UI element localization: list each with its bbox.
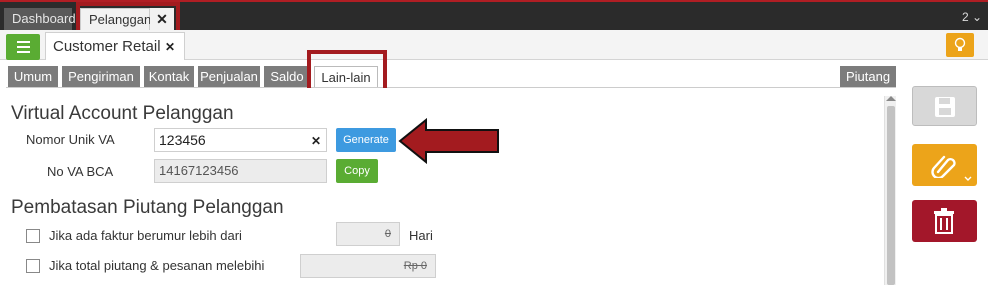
va-bca-input: 14167123456 <box>154 159 327 183</box>
total-limit-checkbox[interactable] <box>26 259 40 273</box>
age-limit-value: 0 <box>384 228 391 240</box>
tab-piutang[interactable]: Piutang <box>840 66 896 88</box>
va-bca-label: No VA BCA <box>47 164 114 179</box>
age-limit-input[interactable]: 0 <box>336 222 400 246</box>
attach-button[interactable] <box>912 144 977 186</box>
document-title: Customer Retail <box>53 38 161 55</box>
total-limit-input[interactable]: Rp 0 <box>300 254 436 278</box>
va-nomor-input[interactable]: 123456 <box>154 128 327 152</box>
arrow-icon <box>398 118 499 164</box>
tab-penjualan[interactable]: Penjualan <box>198 66 260 88</box>
total-limit-label: Jika total piutang & pesanan melebihi <box>49 258 265 273</box>
age-limit-label: Jika ada faktur berumur lebih dari <box>49 228 242 243</box>
app-root: Dashboard Pelanggan ✕ 2 ⌄ Customer Retai… <box>0 0 988 285</box>
paperclip-icon <box>931 155 956 178</box>
limit-heading: Pembatasan Piutang Pelanggan <box>11 197 284 218</box>
save-button[interactable] <box>912 86 977 126</box>
document-tab[interactable]: Customer Retail ✕ <box>45 32 185 60</box>
copy-button[interactable]: Copy <box>336 159 378 183</box>
tab-umum[interactable]: Umum <box>8 66 58 88</box>
trash-icon <box>934 208 954 234</box>
close-document-icon[interactable]: ✕ <box>165 40 175 54</box>
tab-pengiriman[interactable]: Pengiriman <box>62 66 140 88</box>
generate-button[interactable]: Generate <box>336 128 396 152</box>
va-heading: Virtual Account Pelanggan <box>11 103 234 124</box>
open-tabs-count[interactable]: 2 ⌄ <box>962 10 982 24</box>
chevron-down-icon <box>964 176 972 181</box>
document-bar: Customer Retail ✕ <box>0 30 988 60</box>
total-limit-value: Rp 0 <box>403 260 427 272</box>
tab-kontak[interactable]: Kontak <box>144 66 194 88</box>
menu-icon[interactable] <box>6 34 40 60</box>
va-nomor-label: Nomor Unik VA <box>26 132 115 147</box>
save-icon <box>935 97 955 117</box>
age-limit-checkbox[interactable] <box>26 229 40 243</box>
tab-saldo[interactable]: Saldo <box>264 66 310 88</box>
clear-input-icon[interactable]: ✕ <box>311 134 321 148</box>
vertical-scrollbar[interactable] <box>884 96 896 285</box>
age-unit-label: Hari <box>409 228 433 243</box>
delete-button[interactable] <box>912 200 977 242</box>
scrollbar-thumb[interactable] <box>887 106 895 285</box>
bulb-icon[interactable] <box>946 33 974 57</box>
scroll-up-icon[interactable] <box>886 96 896 101</box>
tab-dashboard[interactable]: Dashboard <box>4 8 76 32</box>
